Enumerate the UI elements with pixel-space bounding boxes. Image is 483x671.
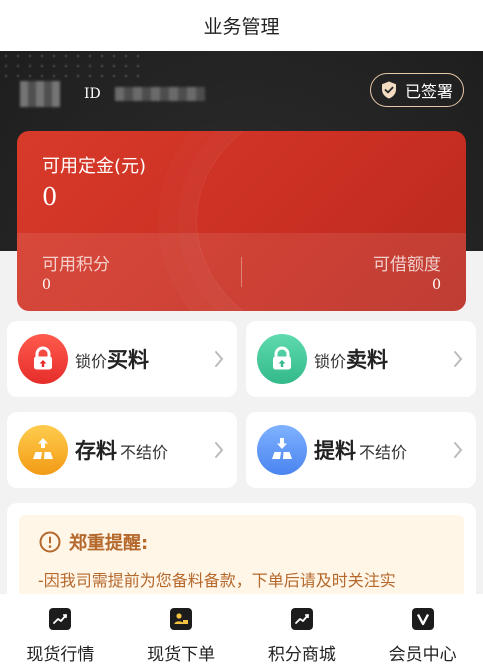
deposit-material-button[interactable]: 存料 不结价 (7, 412, 237, 488)
sell-prefix: 锁价 (314, 352, 347, 371)
nav-item-market[interactable]: 现货行情 (0, 594, 121, 671)
blurred-id-value (114, 87, 205, 101)
alert-icon (39, 531, 61, 553)
chevron-right-icon (454, 442, 463, 458)
sell-label: 卖料 (346, 348, 389, 372)
deposit-label: 可用定金(元) (42, 156, 147, 177)
withdraw-suffix: 不结价 (359, 443, 408, 462)
chart-icon (290, 608, 313, 630)
deposit-suffix: 不结价 (120, 443, 169, 462)
chevron-right-icon (454, 351, 463, 367)
nav-item-points-mall[interactable]: 积分商城 (242, 594, 363, 671)
credit-label: 可借额度 (373, 255, 441, 275)
nav-label-points-mall: 积分商城 (267, 645, 336, 665)
withdraw-material-button[interactable]: 提料 不结价 (246, 412, 476, 488)
buy-label: 买料 (107, 348, 150, 372)
notice-text: -因我司需提前为您备料备款，下单后请及时关注实 (38, 571, 396, 590)
chart-icon (49, 608, 72, 630)
dot-pattern (0, 51, 140, 81)
user-info: ID (20, 81, 205, 107)
nav-item-member[interactable]: 会员中心 (362, 594, 483, 671)
nav-label-order: 现货下单 (147, 645, 216, 665)
lock-icon (18, 334, 68, 384)
nav-item-order[interactable]: 现货下单 (121, 594, 242, 671)
gold-bar-down-icon (257, 425, 307, 475)
shield-check-icon (379, 80, 399, 100)
blurred-username (20, 81, 60, 107)
balance-bottom-panel: 可用积分 0 可借额度 0 (17, 233, 466, 311)
points-label: 可用积分 (42, 255, 110, 275)
chevron-right-icon (215, 442, 224, 458)
member-icon (411, 608, 434, 630)
credit-value: 0 (432, 277, 441, 293)
buy-material-button[interactable]: 锁价 买料 (7, 321, 237, 397)
notice-header: 郑重提醒: (39, 529, 148, 555)
id-label: ID (84, 86, 101, 102)
notice-title: 郑重提醒: (69, 533, 149, 554)
gold-bar-up-icon (18, 425, 68, 475)
balance-card: 可用定金(元) 0 可用积分 0 可借额度 0 (17, 131, 466, 311)
nav-label-member: 会员中心 (388, 645, 457, 665)
deposit-value: 0 (42, 183, 58, 211)
withdraw-action-label: 提料 (314, 439, 356, 463)
signed-badge-label: 已签署 (404, 82, 453, 101)
bottom-nav: 现货行情 现货下单 积分商城 会员中心 (0, 594, 483, 671)
page: 业务管理 ID 已签署 可用定金(元) 0 可用积分 0 可借额度 0 锁价 买… (0, 0, 483, 671)
chevron-right-icon (215, 351, 224, 367)
lock-icon (257, 334, 307, 384)
divider (241, 257, 242, 287)
top-bar: 业务管理 (0, 0, 483, 51)
nav-label-market: 现货行情 (26, 645, 95, 665)
page-title: 业务管理 (203, 16, 280, 38)
buy-prefix: 锁价 (75, 352, 108, 371)
deposit-action-label: 存料 (75, 439, 117, 463)
order-icon (170, 608, 193, 630)
points-value: 0 (42, 277, 51, 293)
sell-material-button[interactable]: 锁价 卖料 (246, 321, 476, 397)
signed-badge[interactable]: 已签署 (369, 73, 464, 107)
